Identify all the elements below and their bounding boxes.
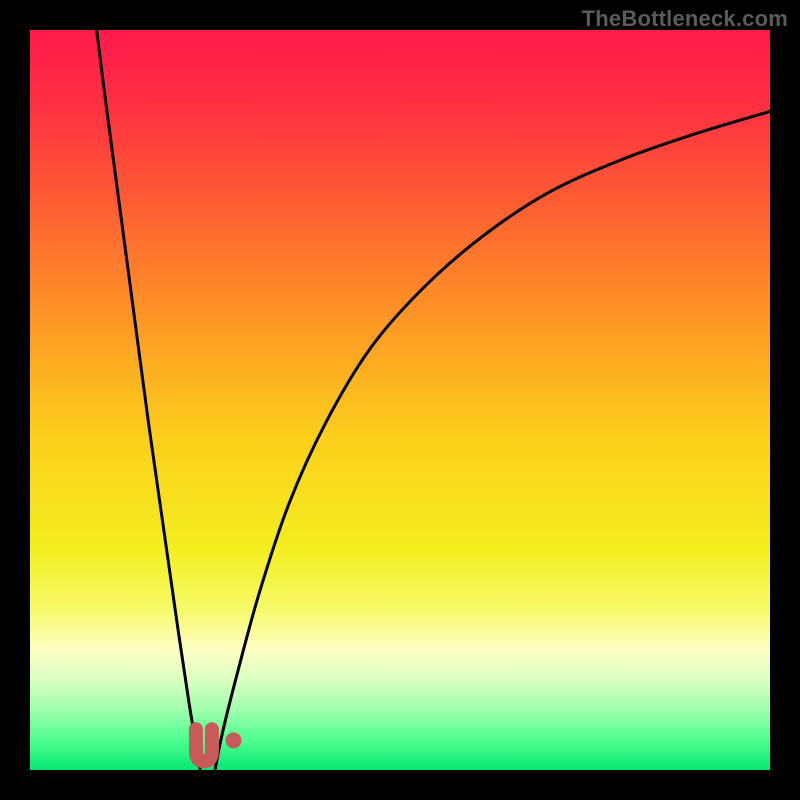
left-branch-curve: [97, 30, 201, 770]
watermark-text: TheBottleneck.com: [582, 6, 788, 32]
curve-layer: [30, 30, 770, 770]
min-marker-dot: [226, 732, 242, 748]
plot-area: [30, 30, 770, 770]
min-marker-U: [196, 729, 212, 761]
chart-frame: TheBottleneck.com: [0, 0, 800, 800]
right-branch-curve: [215, 111, 770, 770]
